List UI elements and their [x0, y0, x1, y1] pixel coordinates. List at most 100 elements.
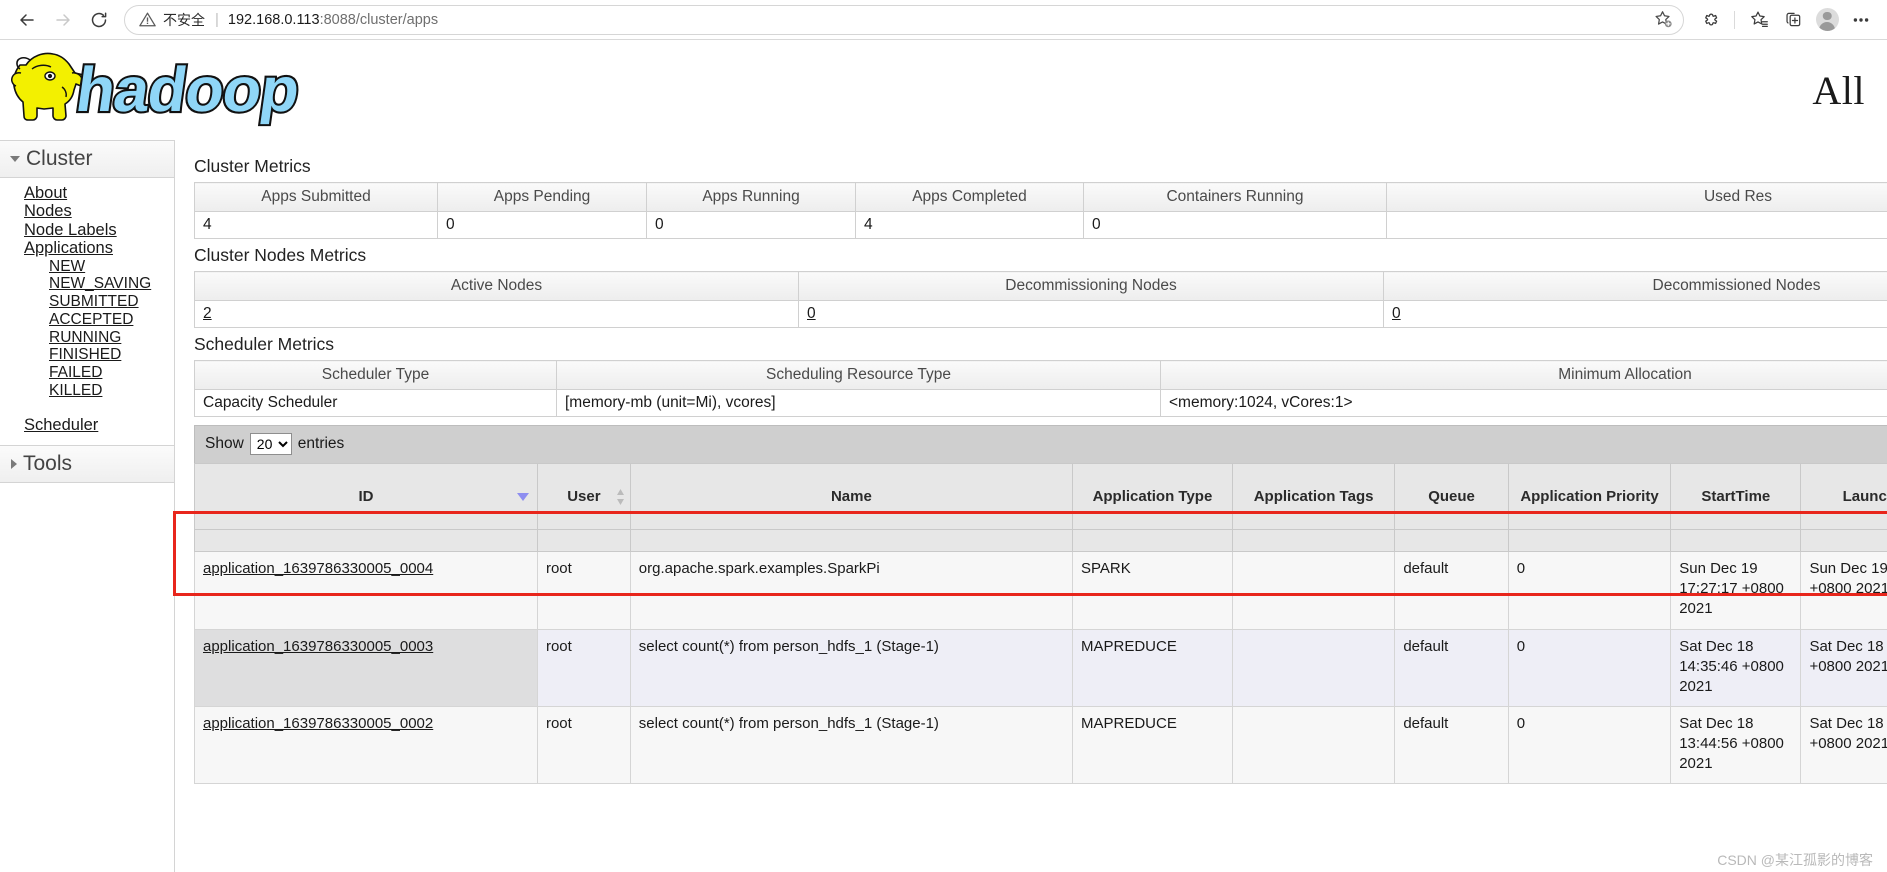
- active-nodes-link[interactable]: 2: [203, 305, 212, 322]
- sidebar-item-running[interactable]: RUNNING: [49, 329, 121, 347]
- table-row: application_1639786330005_0002 root sele…: [194, 706, 1887, 784]
- col-queue[interactable]: Queue: [1394, 463, 1509, 530]
- sidebar-item-nodes[interactable]: Nodes: [24, 202, 72, 222]
- col-launchtime-label: LaunchTime: [1842, 488, 1887, 505]
- application-link[interactable]: application_1639786330005_0003: [203, 638, 433, 655]
- page-size-select[interactable]: 20: [249, 433, 292, 455]
- more-options-icon[interactable]: [1845, 5, 1877, 35]
- yarn-resourcemanager-page: hadoop All Cluster About Nodes Node Labe…: [0, 40, 1887, 872]
- cell-starttime: Sun Dec 19 17:27:17 +0800 2021: [1670, 551, 1802, 630]
- val-scheduler-type: Capacity Scheduler: [194, 389, 557, 417]
- col-id[interactable]: ID: [194, 463, 538, 530]
- sidebar-item-scheduler[interactable]: Scheduler: [24, 416, 98, 435]
- filter-application-priority[interactable]: [1507, 529, 1672, 552]
- filter-starttime[interactable]: [1670, 529, 1802, 552]
- cell-application-priority: 0: [1507, 706, 1672, 784]
- col-application-tags[interactable]: Application Tags: [1231, 463, 1396, 530]
- sidebar-item-finished[interactable]: FINISHED: [49, 347, 121, 365]
- filter-application-tags[interactable]: [1231, 529, 1396, 552]
- col-application-priority[interactable]: Application Priority: [1507, 463, 1672, 530]
- add-favorite-star-icon[interactable]: [1646, 10, 1673, 29]
- val-apps-submitted: 4: [194, 211, 438, 239]
- cell-name: select count(*) from person_hdfs_1 (Stag…: [629, 629, 1074, 707]
- val-used-resources: <memory:0 B, vCores:0>: [1386, 211, 1887, 239]
- sort-descending-icon: [516, 492, 529, 501]
- cell-queue: default: [1394, 551, 1509, 630]
- applications-table: ID User Name Application Type Applicatio…: [194, 463, 1887, 784]
- col-name[interactable]: Name: [629, 463, 1074, 530]
- filter-application-type[interactable]: [1072, 529, 1233, 552]
- address-bar[interactable]: 不安全 | 192.168.0.113:8088/cluster/apps: [124, 4, 1684, 35]
- sidebar-item-failed[interactable]: FAILED: [49, 364, 102, 383]
- sidebar-item-about[interactable]: About: [24, 184, 67, 203]
- url-host: 192.168.0.113: [227, 11, 320, 28]
- val-apps-pending: 0: [437, 211, 647, 239]
- application-link[interactable]: application_1639786330005_0002: [203, 715, 433, 732]
- cell-application-type: MAPREDUCE: [1072, 706, 1233, 784]
- datatable-length-control: Show 20 entries: [194, 425, 1887, 463]
- table-header-row: ID User Name Application Type Applicatio…: [194, 463, 1887, 530]
- scheduler-metrics-title: Scheduler Metrics: [194, 334, 335, 354]
- filter-id[interactable]: [194, 529, 538, 552]
- decommissioned-nodes-link[interactable]: 0: [1392, 305, 1401, 322]
- filter-user[interactable]: [536, 529, 631, 552]
- table-row: application_1639786330005_0003 root sele…: [194, 629, 1887, 707]
- table-row: 4 0 0 4 0 <memory:0 B, vCores:0>: [194, 211, 1887, 239]
- profile-avatar-icon[interactable]: [1811, 5, 1843, 35]
- collections-icon[interactable]: [1777, 5, 1809, 35]
- hadoop-logo[interactable]: hadoop: [0, 47, 312, 133]
- application-link[interactable]: application_1639786330005_0004: [203, 560, 433, 577]
- filter-launchtime[interactable]: [1800, 529, 1887, 552]
- col-starttime-label: StartTime: [1701, 488, 1771, 505]
- col-active-nodes: Active Nodes: [194, 271, 799, 301]
- table-header-row: Scheduler Type Scheduling Resource Type …: [194, 360, 1887, 390]
- cell-id: application_1639786330005_0003: [194, 629, 538, 707]
- cluster-nodes-metrics-title: Cluster Nodes Metrics: [194, 245, 367, 265]
- page-title: All: [1812, 67, 1865, 113]
- decommissioning-nodes-link[interactable]: 0: [807, 305, 816, 322]
- favorites-star-list-icon[interactable]: [1743, 5, 1775, 35]
- reload-icon[interactable]: [82, 5, 116, 35]
- val-minimum-allocation: <memory:1024, vCores:1>: [1160, 389, 1887, 417]
- sidebar-item-accepted[interactable]: ACCEPTED: [49, 311, 133, 329]
- sidebar-item-node-labels[interactable]: Node Labels: [24, 221, 117, 240]
- sidebar-section-cluster[interactable]: Cluster: [0, 140, 174, 178]
- col-application-priority-label: Application Priority: [1520, 488, 1659, 505]
- cell-application-tags: [1231, 629, 1396, 707]
- cell-name: org.apache.spark.examples.SparkPi: [629, 551, 1074, 630]
- sidebar-item-applications[interactable]: Applications: [24, 239, 113, 259]
- col-scheduler-type: Scheduler Type: [194, 360, 557, 390]
- filter-queue[interactable]: [1394, 529, 1509, 552]
- cell-starttime: Sat Dec 18 14:35:46 +0800 2021: [1670, 629, 1802, 707]
- val-scheduling-resource-type: [memory-mb (unit=Mi), vcores]: [556, 389, 1161, 417]
- val-decommissioning-nodes: 0: [798, 300, 1384, 328]
- col-apps-submitted: Apps Submitted: [194, 182, 438, 212]
- sidebar-item-submitted[interactable]: SUBMITTED: [49, 293, 139, 312]
- col-apps-pending: Apps Pending: [437, 182, 647, 212]
- col-application-type[interactable]: Application Type: [1072, 463, 1233, 530]
- hadoop-logo-svg: hadoop: [11, 52, 305, 127]
- col-user[interactable]: User: [536, 463, 631, 530]
- back-arrow-icon[interactable]: [10, 5, 44, 35]
- extensions-puzzle-icon[interactable]: [1694, 5, 1726, 35]
- table-row: application_1639786330005_0004 root org.…: [194, 551, 1887, 630]
- sidebar-section-tools[interactable]: Tools: [0, 444, 174, 483]
- show-label: Show: [205, 435, 244, 452]
- cell-user: root: [536, 706, 631, 784]
- sidebar-item-new-saving[interactable]: NEW_SAVING: [49, 275, 151, 294]
- cell-user: root: [536, 629, 631, 707]
- sidebar-application-states: NEW NEW_SAVING SUBMITTED ACCEPTED RUNNIN…: [24, 258, 174, 400]
- col-application-type-label: Application Type: [1092, 488, 1213, 505]
- sidebar-item-killed[interactable]: KILLED: [49, 382, 102, 401]
- col-minimum-allocation: Minimum Allocation: [1160, 360, 1887, 390]
- sidebar-item-new[interactable]: NEW: [49, 258, 85, 276]
- val-apps-completed: 4: [855, 211, 1084, 239]
- table-row: Capacity Scheduler [memory-mb (unit=Mi),…: [194, 389, 1887, 417]
- avatar: [1815, 8, 1839, 31]
- cell-user: root: [536, 551, 631, 630]
- filter-name[interactable]: [629, 529, 1074, 552]
- cluster-metrics-title: Cluster Metrics: [194, 156, 311, 176]
- forward-arrow-icon[interactable]: [46, 5, 80, 35]
- col-starttime[interactable]: StartTime: [1670, 463, 1802, 530]
- col-launchtime[interactable]: LaunchTime: [1800, 463, 1887, 530]
